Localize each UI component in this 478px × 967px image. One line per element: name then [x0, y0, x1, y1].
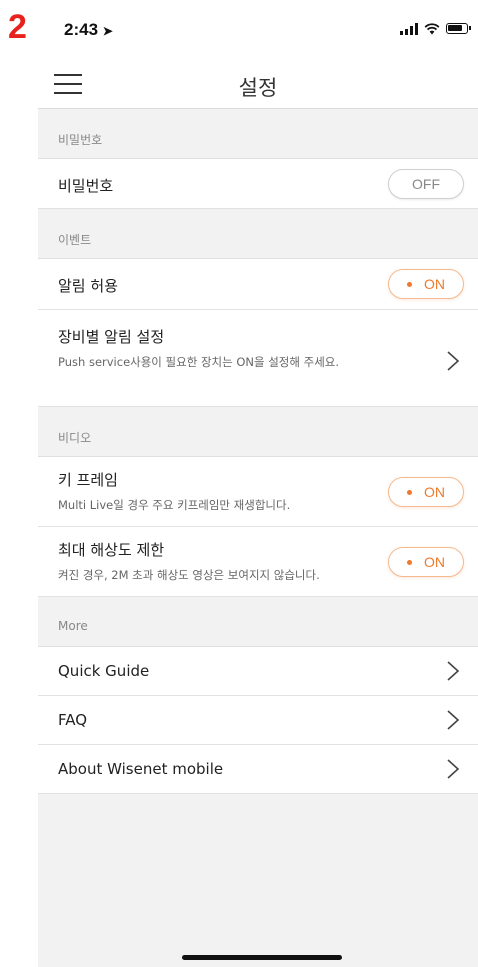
home-indicator[interactable]: [182, 955, 342, 960]
toggle-on-dot-icon: [407, 559, 412, 565]
location-arrow-icon: ➤: [102, 24, 113, 38]
chevron-right-icon: [446, 758, 460, 780]
device-alarm-settings-row[interactable]: 장비별 알림 설정 Push service사용이 필요한 장치는 ON을 설정…: [38, 310, 478, 407]
settings-screen: 2:43 ➤ 설정 비밀번호 비밀번호 OFF 이벤트 알림 허용 ON 장비별…: [38, 0, 478, 967]
chevron-right-icon: [446, 709, 460, 731]
section-header-password: 비밀번호: [38, 109, 478, 159]
password-row: 비밀번호 OFF: [38, 159, 478, 209]
phone-frame: 2 2:43 ➤ 설정 비밀번호 비밀번호 OFF 이벤트 알림 허용 ON 장…: [0, 0, 478, 967]
keyframe-toggle[interactable]: ON: [388, 477, 464, 507]
toggle-on-dot-icon: [407, 489, 412, 495]
keyframe-row: 키 프레임 Multi Live일 경우 주요 키프레임만 재생합니다. ON: [38, 457, 478, 527]
alarm-allow-row: 알림 허용 ON: [38, 259, 478, 310]
max-resolution-toggle-label: ON: [424, 554, 445, 570]
max-resolution-row: 최대 해상도 제한 켜진 경우, 2M 초과 해상도 영상은 보여지지 않습니다…: [38, 527, 478, 597]
device-alarm-subtitle: Push service사용이 필요한 장치는 ON을 설정해 주세요.: [58, 355, 340, 369]
section-header-event: 이벤트: [38, 209, 478, 259]
toggle-on-dot-icon: [407, 281, 412, 287]
status-icons: [400, 22, 471, 35]
status-time: 2:43 ➤: [64, 20, 113, 40]
max-resolution-toggle[interactable]: ON: [388, 547, 464, 577]
battery-icon: [446, 23, 471, 34]
more-item-faq[interactable]: FAQ: [38, 696, 478, 745]
status-bar: 2:43 ➤: [38, 0, 478, 60]
more-item-quick-guide[interactable]: Quick Guide: [38, 647, 478, 696]
alarm-allow-toggle-label: ON: [424, 276, 445, 292]
keyframe-subtitle: Multi Live일 경우 주요 키프레임만 재생합니다.: [58, 498, 291, 512]
chevron-right-icon: [446, 660, 460, 682]
device-alarm-title: 장비별 알림 설정: [58, 328, 165, 346]
step-number: 2: [8, 8, 27, 46]
nav-bar: 설정: [38, 60, 478, 109]
keyframe-toggle-label: ON: [424, 484, 445, 500]
section-header-more: More: [38, 597, 478, 647]
page-title: 설정: [238, 76, 278, 100]
alarm-allow-toggle[interactable]: ON: [388, 269, 464, 299]
section-header-video: 비디오: [38, 407, 478, 457]
more-item-about[interactable]: About Wisenet mobile: [38, 745, 478, 794]
max-resolution-subtitle: 켜진 경우, 2M 초과 해상도 영상은 보여지지 않습니다.: [58, 568, 320, 582]
wifi-icon: [424, 22, 440, 34]
chevron-right-icon: [446, 350, 460, 372]
about-label: About Wisenet mobile: [58, 760, 224, 778]
password-toggle[interactable]: OFF: [388, 169, 464, 199]
password-toggle-label: OFF: [412, 176, 440, 192]
settings-list: 비밀번호 비밀번호 OFF 이벤트 알림 허용 ON 장비별 알림 설정 Pus…: [38, 109, 478, 794]
status-time-text: 2:43: [64, 20, 99, 39]
quick-guide-label: Quick Guide: [58, 662, 150, 680]
signal-icon: [400, 22, 418, 35]
faq-label: FAQ: [58, 711, 88, 729]
